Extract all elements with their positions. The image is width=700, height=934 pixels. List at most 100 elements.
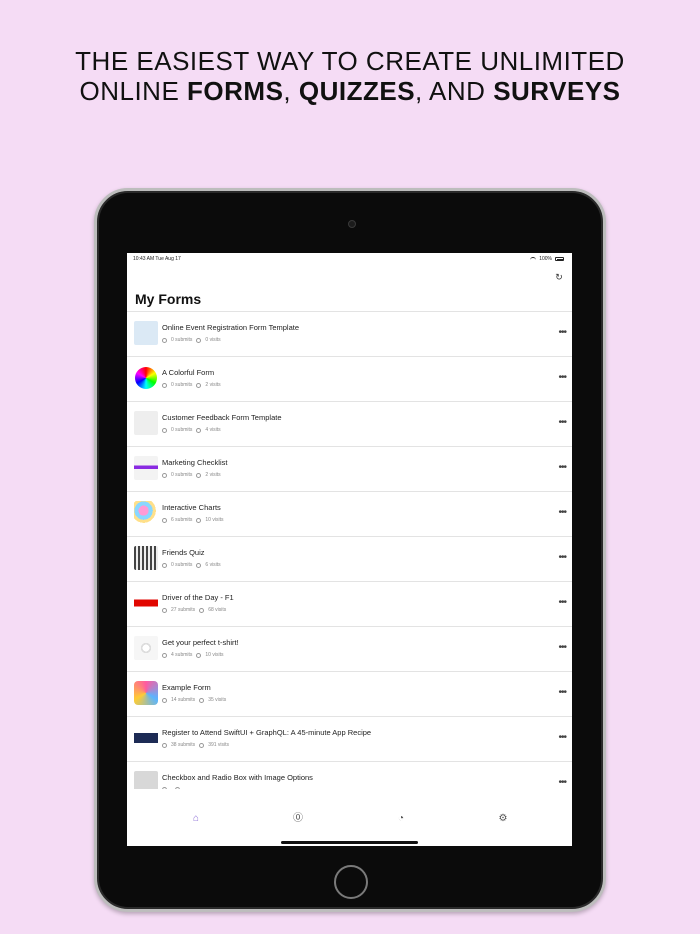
form-title: Get your perfect t-shirt! (162, 638, 239, 647)
refresh-icon[interactable]: ↻ (554, 272, 564, 282)
headline-sep-2: , AND (415, 76, 494, 106)
home-indicator (281, 841, 418, 844)
form-visits: 6 visits (205, 562, 221, 568)
more-icon[interactable]: ••• (558, 688, 566, 698)
form-row[interactable]: Register to Attend SwiftUI + GraphQL: A … (127, 717, 572, 762)
form-title: Interactive Charts (162, 503, 221, 512)
submits-icon (162, 382, 167, 388)
headline-line-1: THE EASIEST WAY TO CREATE UNLIMITED (75, 46, 625, 76)
settings-icon[interactable]: ⚙ (496, 812, 510, 826)
headline-quizzes: QUIZZES (298, 76, 416, 106)
status-bar: 10:43 AM Tue Aug 17 100% (127, 253, 572, 265)
headline-prefix: ONLINE (79, 76, 188, 106)
more-icon[interactable]: ••• (558, 463, 566, 473)
form-meta: 4 submits 10 visits (162, 652, 223, 658)
form-submits: 0 submits (171, 472, 193, 478)
page-title: My Forms (135, 291, 202, 307)
form-row[interactable]: A Colorful Form 0 submits 2 visits ••• (127, 357, 572, 402)
forms-list: Online Event Registration Form Template … (127, 311, 572, 789)
submits-icon (162, 472, 167, 478)
form-title: A Colorful Form (162, 368, 215, 377)
form-submits: 0 submits (171, 382, 193, 388)
form-title: Register to Attend SwiftUI + GraphQL: A … (162, 728, 372, 737)
status-time: 10:43 AM Tue Aug 17 (133, 256, 181, 262)
visits-icon (196, 382, 202, 388)
form-title: Customer Feedback Form Template (162, 413, 282, 422)
form-row[interactable]: Checkbox and Radio Box with Image Option… (127, 762, 572, 789)
analytics-icon[interactable]: ◔ (394, 812, 408, 826)
visits-icon (196, 337, 202, 343)
visits-icon (196, 562, 202, 568)
form-meta: 0 submits 2 visits (162, 472, 221, 478)
submits-icon (162, 652, 167, 658)
form-submits: 6 submits (171, 517, 193, 523)
visits-icon (175, 787, 180, 789)
form-row[interactable]: Friends Quiz 0 submits 6 visits ••• (127, 537, 572, 582)
submits-icon (162, 337, 167, 343)
wifi-icon (530, 257, 537, 261)
more-icon[interactable]: ••• (558, 733, 566, 743)
visits-icon (199, 742, 205, 748)
more-icon[interactable]: ••• (558, 778, 566, 788)
form-visits: 0 visits (205, 337, 221, 343)
form-meta: 0 submits 6 visits (162, 562, 221, 568)
form-thumbnail (134, 411, 158, 435)
submits-icon (162, 517, 167, 523)
submits-icon (162, 787, 167, 789)
more-icon[interactable]: ••• (558, 643, 566, 653)
more-icon[interactable]: ••• (558, 418, 566, 428)
form-thumbnail (134, 546, 158, 570)
headline: THE EASIEST WAY TO CREATE UNLIMITED ONLI… (0, 46, 700, 106)
form-visits: 10 visits (205, 517, 224, 523)
form-row[interactable]: Driver of the Day - F1 27 submits 68 vis… (127, 582, 572, 627)
form-submits: 38 submits (171, 742, 196, 748)
form-title: Marketing Checklist (162, 458, 228, 467)
status-right: 100% (530, 256, 564, 262)
headline-sep-1: , (283, 76, 299, 106)
form-meta: 6 submits 10 visits (162, 517, 223, 523)
form-visits: 2 visits (205, 382, 221, 388)
form-submits: 14 submits (171, 697, 196, 703)
form-row[interactable]: Interactive Charts 6 submits 10 visits •… (127, 492, 572, 537)
submits-icon (162, 427, 167, 433)
form-row[interactable]: Customer Feedback Form Template 0 submit… (127, 402, 572, 447)
submits-icon (162, 742, 167, 748)
form-thumbnail (134, 591, 158, 615)
form-submits: 27 submits (171, 607, 196, 613)
more-icon[interactable]: ••• (558, 598, 566, 608)
home-icon[interactable]: ⌂ (189, 812, 203, 826)
form-title: Friends Quiz (162, 548, 205, 557)
submits-icon (162, 697, 167, 703)
form-thumbnail (134, 771, 158, 789)
form-row[interactable]: Marketing Checklist 0 submits 2 visits •… (127, 447, 572, 492)
form-meta: 14 submits 35 visits (162, 697, 226, 703)
form-thumbnail (134, 726, 158, 750)
more-icon[interactable]: ••• (558, 328, 566, 338)
app-screen: 10:43 AM Tue Aug 17 100% ↻ My Forms Onli… (127, 253, 572, 846)
more-icon[interactable]: ••• (558, 553, 566, 563)
form-meta: 38 submits 391 visits (162, 742, 229, 748)
form-submits: 0 submits (171, 562, 193, 568)
form-row[interactable]: Example Form 14 submits 35 visits ••• (127, 672, 572, 717)
battery-percent: 100% (539, 256, 552, 262)
submits-icon (162, 607, 167, 613)
form-thumbnail (135, 367, 157, 389)
more-icon[interactable]: ••• (558, 373, 566, 383)
form-row[interactable]: Online Event Registration Form Template … (127, 312, 572, 357)
form-meta: 0 submits 0 visits (162, 337, 221, 343)
form-title: Checkbox and Radio Box with Image Option… (162, 773, 313, 782)
form-row[interactable]: Get your perfect t-shirt! 4 submits 10 v… (127, 627, 572, 672)
home-button[interactable] (334, 865, 368, 899)
visits-icon (196, 427, 202, 433)
form-meta: 27 submits 68 visits (162, 607, 226, 613)
headline-surveys: SURVEYS (493, 76, 621, 106)
form-visits: 391 visits (208, 742, 230, 748)
more-icon[interactable]: ••• (558, 508, 566, 518)
tab-bar: ⌂ ⓪ ◔ ⚙ (127, 808, 572, 828)
form-visits: 35 visits (208, 697, 227, 703)
payments-icon[interactable]: ⓪ (291, 812, 305, 826)
visits-icon (196, 652, 202, 658)
form-title: Driver of the Day - F1 (162, 593, 234, 602)
form-meta: 0 submits 2 visits (162, 382, 221, 388)
form-title: Online Event Registration Form Template (162, 323, 300, 332)
